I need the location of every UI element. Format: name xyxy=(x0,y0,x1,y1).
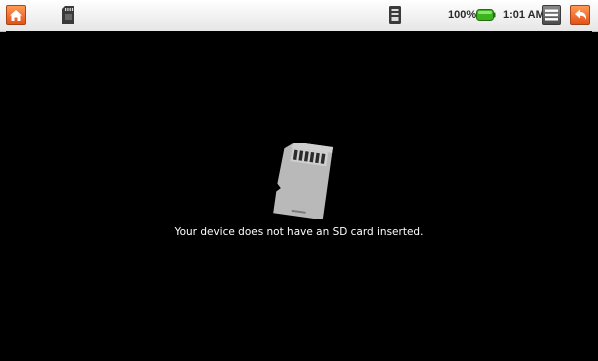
sd-card-status-icon xyxy=(61,6,75,24)
menu-icon xyxy=(545,9,558,21)
status-bar: 100% 1:01 AM xyxy=(0,0,598,32)
battery-icon xyxy=(476,9,496,21)
home-icon xyxy=(10,9,22,21)
signal-icon xyxy=(389,6,401,24)
clock: 1:01 AM xyxy=(503,9,545,21)
battery-percentage: 100% xyxy=(448,9,477,21)
menu-button[interactable] xyxy=(542,5,561,25)
back-icon xyxy=(574,9,586,20)
back-button[interactable] xyxy=(570,5,590,25)
home-button[interactable] xyxy=(6,5,26,25)
sd-card-icon xyxy=(268,141,336,221)
device-screen: 100% 1:01 AM Your device does not have a… xyxy=(0,0,598,361)
no-sd-card-message: Your device does not have an SD card ins… xyxy=(174,226,424,238)
